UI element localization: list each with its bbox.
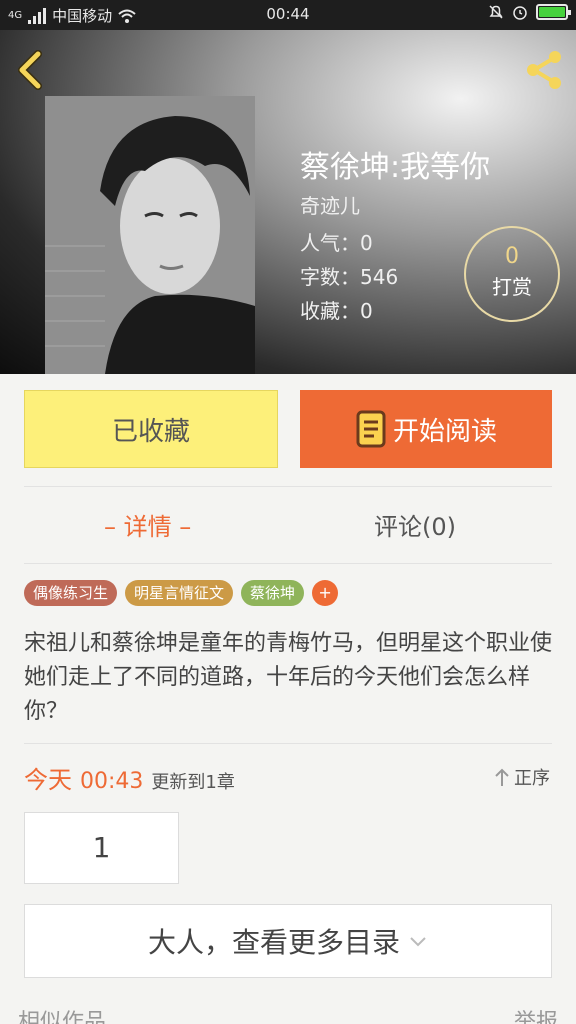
book-cover[interactable] (45, 96, 255, 374)
alarm-icon (513, 6, 527, 20)
book-description: 宋祖儿和蔡徐坤是童年的青梅竹马，但明星这个职业使她们走上了不同的道路，十年后的今… (24, 631, 553, 724)
back-button[interactable] (12, 48, 48, 92)
favorite-label: 已收藏 (111, 416, 190, 447)
divider (24, 743, 552, 744)
share-icon (527, 51, 561, 89)
report-link[interactable]: 举报 (514, 1004, 558, 1024)
bell-off-icon (489, 5, 503, 19)
arrow-up-icon (495, 768, 509, 786)
tab-comments[interactable]: 评论(0) (374, 507, 456, 542)
start-reading-label: 开始阅读 (392, 416, 497, 447)
book-header: 蔡徐坤:我等你 奇迹儿 人气：0 字数：546 收藏：0 0 打赏 (0, 30, 576, 374)
tag-list: 偶像练习生 明星言情征文 蔡徐坤 + (24, 580, 339, 606)
detail-tabs: – 详情 – 评论(0) (24, 486, 552, 564)
update-text: 更新到1章 (151, 772, 235, 793)
book-author[interactable]: 奇迹儿 (300, 190, 360, 219)
tab-detail[interactable]: – 详情 – (104, 507, 191, 542)
update-info: 今天 00:43 更新到1章 (24, 760, 235, 795)
similar-works-heading: 相似作品 (18, 1010, 107, 1024)
more-catalog-button[interactable]: 大人，查看更多目录 (24, 904, 552, 978)
tip-label: 打赏 (492, 275, 532, 299)
battery-icon (536, 4, 571, 20)
tag-item[interactable]: 蔡徐坤 (241, 580, 305, 606)
add-tag-button[interactable]: + (312, 580, 339, 606)
status-right (488, 4, 571, 20)
update-time: 00:43 (80, 769, 144, 794)
tag-item[interactable]: 明星言情征文 (125, 580, 234, 606)
sort-order-button[interactable]: 正序 (494, 764, 550, 790)
favorites-stat: 收藏：0 (300, 299, 373, 323)
sort-order-label: 正序 (514, 768, 550, 789)
word-count-stat: 字数：546 (300, 265, 399, 289)
status-bar: 4G 中国移动 00:44 (0, 0, 576, 30)
back-arrow-icon (18, 50, 42, 90)
cover-image (45, 96, 255, 374)
update-day: 今天 (24, 766, 72, 794)
start-reading-button[interactable]: 开始阅读 (300, 390, 552, 468)
popularity-stat: 人气：0 (300, 231, 373, 255)
favorite-button[interactable]: 已收藏 (24, 390, 278, 468)
book-icon (356, 410, 386, 448)
more-catalog-label: 大人，查看更多目录 (147, 926, 400, 959)
tip-button[interactable]: 0 打赏 (464, 226, 560, 322)
share-button[interactable] (522, 48, 566, 92)
chapter-item[interactable]: 1 (24, 812, 179, 884)
book-title: 蔡徐坤:我等你 (300, 150, 491, 185)
tag-item[interactable]: 偶像练习生 (24, 580, 118, 606)
chevron-down-icon (410, 937, 426, 947)
tip-count: 0 (505, 244, 519, 269)
